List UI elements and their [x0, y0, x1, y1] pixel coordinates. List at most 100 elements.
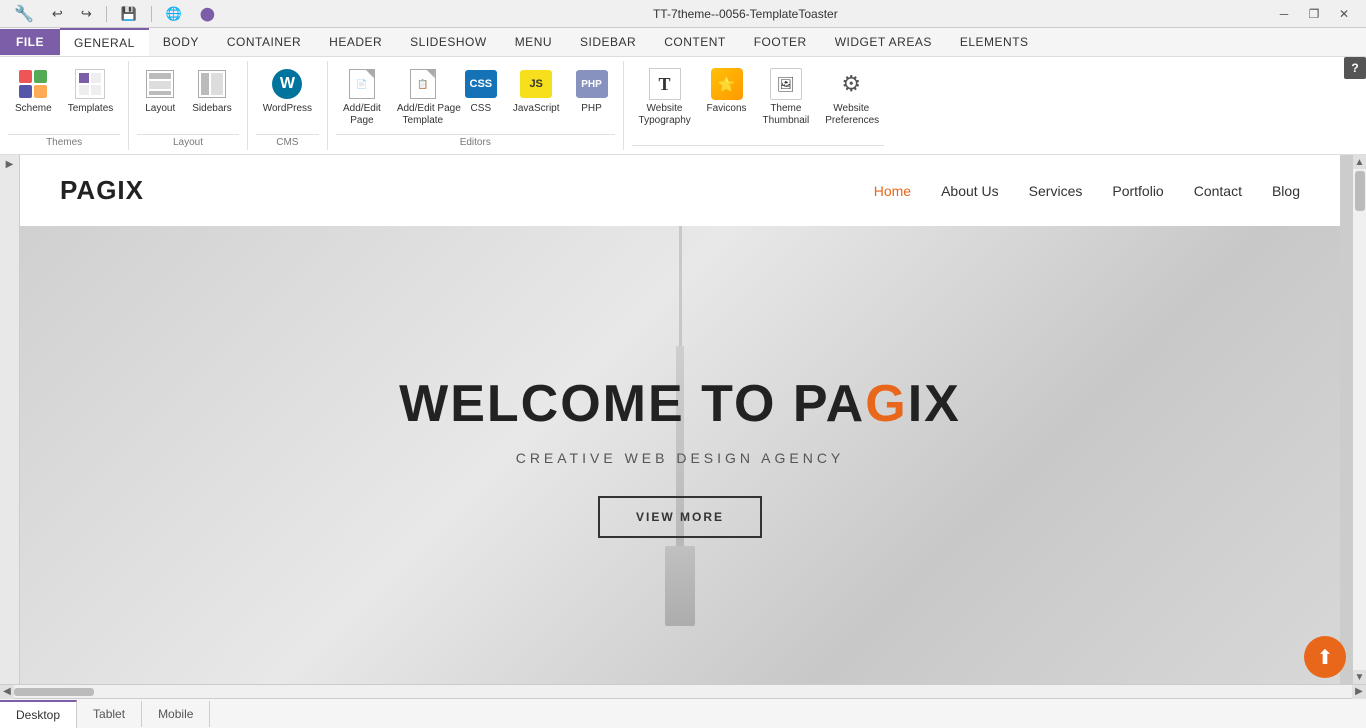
sep1: [106, 6, 107, 22]
canvas-main: PAGIX Home About Us Services Portfolio C…: [20, 155, 1352, 684]
scroll-up-arrow[interactable]: ▲: [1353, 155, 1366, 169]
php-btn[interactable]: PHP PHP: [569, 63, 615, 120]
add-edit-page-template-btn[interactable]: 📋 Add/Edit PageTemplate: [390, 63, 456, 132]
hero-title: WELCOME TO PAGIX: [399, 374, 961, 434]
preferences-icon: ⚙: [835, 68, 867, 100]
favicons-label: Favicons: [707, 103, 747, 115]
sidebars-icon: [196, 68, 228, 100]
ribbon-tabs: FILE GENERAL BODY CONTAINER HEADER SLIDE…: [0, 28, 1366, 57]
hero-content: WELCOME TO PAGIX CREATIVE WEB DESIGN AGE…: [399, 374, 961, 538]
site-header: PAGIX Home About Us Services Portfolio C…: [20, 155, 1340, 226]
close-btn[interactable]: ✕: [1330, 4, 1358, 24]
css-label: CSS: [471, 103, 492, 115]
layout-btn[interactable]: Layout: [137, 63, 183, 120]
templates-icon: [74, 68, 106, 100]
tower-base: [665, 546, 695, 626]
hscroll-left-arrow[interactable]: ◀: [0, 685, 14, 699]
tab-container[interactable]: CONTAINER: [213, 29, 315, 55]
tab-desktop[interactable]: Desktop: [0, 700, 77, 728]
layout-group-label: Layout: [137, 134, 238, 148]
templates-btn[interactable]: Templates: [61, 63, 121, 120]
tab-widget-areas[interactable]: WIDGET AREAS: [821, 29, 946, 55]
ribbon-group-layout: Layout Sidebars Layout: [129, 61, 247, 150]
help-button[interactable]: ?: [1344, 57, 1366, 79]
logo-icon[interactable]: ⬤: [194, 3, 221, 25]
nav-about[interactable]: About Us: [941, 183, 999, 199]
tower-needle: [679, 226, 682, 346]
cms-group-label: CMS: [256, 134, 319, 148]
website-canvas: PAGIX Home About Us Services Portfolio C…: [20, 155, 1340, 684]
tab-body[interactable]: BODY: [149, 29, 213, 55]
css-btn[interactable]: CSS CSS: [458, 63, 504, 120]
website-preferences-btn[interactable]: ⚙ WebsitePreferences: [818, 63, 884, 132]
javascript-label: JavaScript: [513, 103, 560, 115]
view-more-btn[interactable]: VIEW MORE: [598, 496, 762, 538]
canvas-toggle[interactable]: ▶: [0, 155, 20, 684]
ribbon-group-themes: Scheme Templates Themes: [0, 61, 129, 150]
middle-section: ▶ PAGIX Home About Us Services Portfolio…: [0, 155, 1366, 684]
toggle-icon: ▶: [6, 159, 14, 170]
sidebars-btn[interactable]: Sidebars: [185, 63, 238, 120]
tab-slideshow[interactable]: SLIDESHOW: [396, 29, 501, 55]
scroll-down-arrow[interactable]: ▼: [1353, 670, 1366, 684]
php-label: PHP: [581, 103, 602, 115]
css-icon: CSS: [465, 68, 497, 100]
editors-group-label: Editors: [336, 134, 615, 148]
redo-btn[interactable]: ↪: [75, 3, 98, 25]
web-options-group-label: [632, 145, 885, 148]
window-title: TT-7theme--0056-TemplateToaster: [221, 7, 1270, 21]
tab-sidebar[interactable]: SIDEBAR: [566, 29, 650, 55]
sep2: [151, 6, 152, 22]
typography-icon: T: [649, 68, 681, 100]
tab-content[interactable]: CONTENT: [650, 29, 740, 55]
hero-title-prefix: WELCOME TO PA: [399, 375, 865, 433]
undo-btn[interactable]: ↩: [46, 3, 69, 25]
minimize-btn[interactable]: ─: [1270, 4, 1298, 24]
browser-icon[interactable]: 🌐: [160, 3, 188, 25]
scroll-up-btn[interactable]: ⬆: [1304, 636, 1346, 678]
nav-blog[interactable]: Blog: [1272, 183, 1300, 199]
scheme-icon: [17, 68, 49, 100]
scrollbar-bottom: ◀ ▶: [0, 684, 1366, 698]
javascript-btn[interactable]: JS JavaScript: [506, 63, 567, 120]
hscroll-right-arrow[interactable]: ▶: [1352, 685, 1366, 699]
favicons-btn[interactable]: ⭐ Favicons: [700, 63, 754, 120]
nav-contact[interactable]: Contact: [1194, 183, 1242, 199]
wordpress-btn[interactable]: W WordPress: [256, 63, 319, 120]
nav-portfolio[interactable]: Portfolio: [1112, 183, 1163, 199]
typography-label: WebsiteTypography: [639, 103, 691, 127]
ribbon-group-cms: W WordPress CMS: [248, 61, 328, 150]
scheme-btn[interactable]: Scheme: [8, 63, 59, 120]
scrollbar-right: ▲ ▼: [1352, 155, 1366, 684]
tab-mobile[interactable]: Mobile: [142, 701, 210, 727]
system-icon[interactable]: 🔧: [8, 1, 40, 27]
editors-items: 📄 Add/EditPage 📋 Add/Edit PageTemplate C…: [336, 63, 615, 132]
web-options-items: T WebsiteTypography ⭐ Favicons 🖼: [632, 63, 885, 143]
website-typography-btn[interactable]: T WebsiteTypography: [632, 63, 698, 132]
nav-home[interactable]: Home: [874, 183, 911, 199]
tab-file[interactable]: FILE: [0, 29, 60, 55]
save-btn[interactable]: 💾: [115, 3, 143, 25]
bottom-section: ◀ ▶ Desktop Tablet Mobile: [0, 684, 1366, 728]
hero-subtitle: CREATIVE WEB DESIGN AGENCY: [399, 450, 961, 466]
hscroll-track[interactable]: [14, 687, 1352, 697]
hero-section: WELCOME TO PAGIX CREATIVE WEB DESIGN AGE…: [20, 226, 1340, 684]
restore-btn[interactable]: ❐: [1300, 4, 1328, 24]
tab-general[interactable]: GENERAL: [60, 28, 149, 56]
thumbnail-icon: 🖼: [770, 68, 802, 100]
tab-tablet[interactable]: Tablet: [77, 701, 142, 727]
scroll-thumb: [1355, 171, 1365, 211]
add-edit-page-btn[interactable]: 📄 Add/EditPage: [336, 63, 388, 132]
nav-services[interactable]: Services: [1029, 183, 1083, 199]
tab-menu[interactable]: MENU: [501, 29, 566, 55]
tab-header[interactable]: HEADER: [315, 29, 396, 55]
sidebars-label: Sidebars: [192, 103, 231, 115]
php-icon: PHP: [576, 68, 608, 100]
tab-footer[interactable]: FOOTER: [740, 29, 821, 55]
thumbnail-label: ThemeThumbnail: [763, 103, 810, 127]
scroll-track[interactable]: [1353, 169, 1366, 670]
site-logo: PAGIX: [60, 175, 144, 206]
tab-elements[interactable]: ELEMENTS: [946, 29, 1043, 55]
cms-items: W WordPress: [256, 63, 319, 132]
theme-thumbnail-btn[interactable]: 🖼 ThemeThumbnail: [756, 63, 817, 132]
